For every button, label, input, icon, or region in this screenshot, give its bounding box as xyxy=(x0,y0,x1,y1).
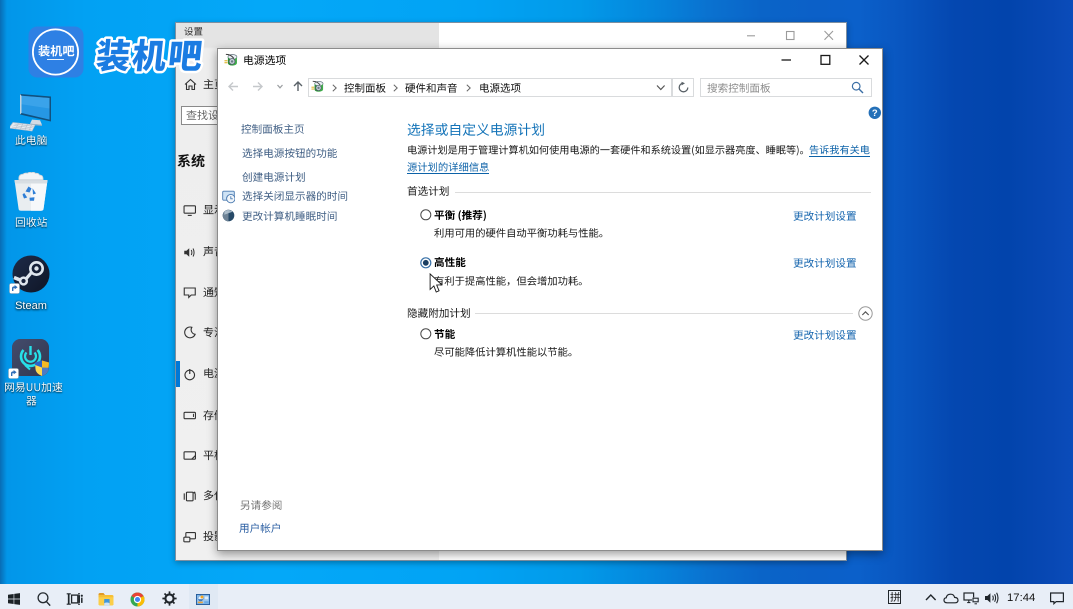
svg-text:?: ? xyxy=(872,108,878,119)
